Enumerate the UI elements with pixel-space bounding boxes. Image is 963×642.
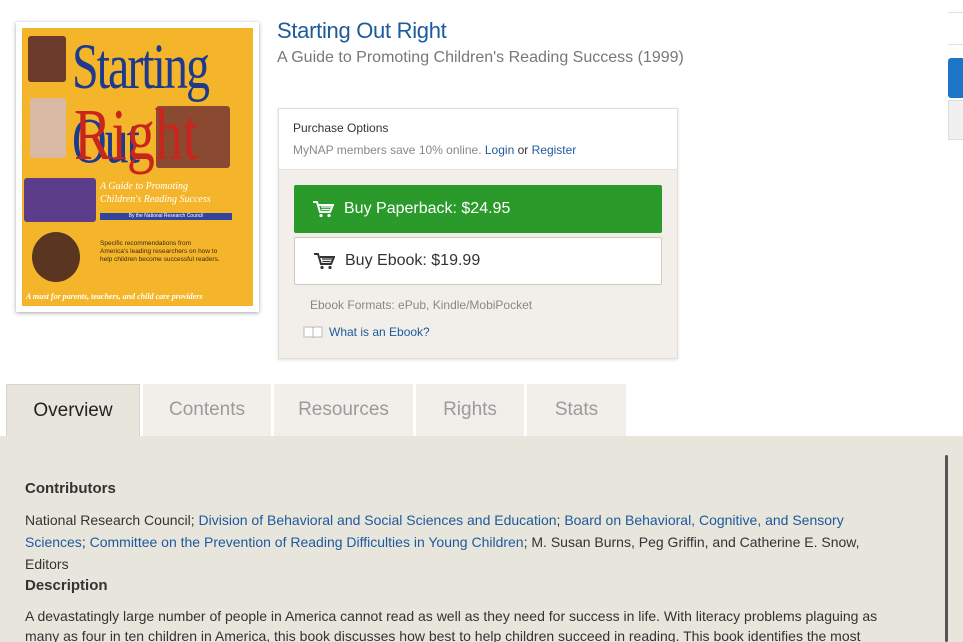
book-cover-image: Starting Out Right A Guide to Promoting … — [22, 28, 253, 306]
book-icon — [303, 326, 323, 338]
cart-icon — [313, 201, 334, 218]
register-link[interactable]: Register — [532, 143, 577, 157]
book-cover[interactable]: Starting Out Right A Guide to Promoting … — [16, 22, 259, 312]
tab-resources[interactable]: Resources — [274, 384, 413, 436]
cover-title-line2: Right — [74, 95, 199, 176]
buy-ebook-label: Buy Ebook: $19.99 — [345, 252, 481, 269]
buy-ebook-button[interactable]: Buy Ebook: $19.99 — [294, 237, 662, 285]
contributors-text: National Research Council; Division of B… — [25, 512, 860, 572]
purchase-header: Purchase Options MyNAP members save 10% … — [279, 109, 677, 170]
book-subtitle: A Guide to Promoting Children's Reading … — [277, 49, 684, 67]
member-note: MyNAP members save 10% online. Login or … — [293, 143, 663, 157]
ebook-formats: Ebook Formats: ePub, Kindle/MobiPocket — [310, 298, 533, 312]
login-link[interactable]: Login — [485, 143, 514, 157]
cover-photo — [30, 98, 66, 158]
cover-subtitle: A Guide to Promoting Children's Reading … — [100, 181, 211, 205]
or-text: or — [517, 143, 529, 157]
what-is-ebook-label: What is an Ebook? — [329, 325, 430, 339]
contrib-link-division[interactable]: Division of Behavioral and Social Scienc… — [199, 512, 557, 528]
contrib-link-committee[interactable]: Committee on the Prevention of Reading D… — [90, 534, 524, 550]
description-heading: Description — [25, 577, 108, 594]
buy-paperback-button[interactable]: Buy Paperback: $24.95 — [294, 185, 662, 233]
member-note-text: MyNAP members save 10% online. — [293, 143, 482, 157]
tab-overview[interactable]: Overview — [6, 384, 140, 436]
side-divider — [948, 44, 963, 45]
book-title: Starting Out Right — [277, 18, 447, 43]
side-divider — [948, 12, 963, 13]
book-year: (1999) — [637, 49, 684, 66]
contrib-prefix: National Research Council; — [25, 512, 195, 528]
what-is-ebook-link[interactable]: What is an Ebook? — [303, 325, 430, 339]
side-secondary-button[interactable] — [948, 100, 963, 140]
contributors-heading: Contributors — [25, 480, 116, 497]
tab-rights[interactable]: Rights — [416, 384, 524, 436]
scrollbar[interactable] — [945, 455, 948, 642]
cover-photo — [32, 232, 80, 282]
cover-photo — [24, 178, 96, 222]
purchase-options-panel: Purchase Options MyNAP members save 10% … — [278, 108, 678, 359]
tab-contents[interactable]: Contents — [143, 384, 271, 436]
cover-footer: A must for parents, teachers, and child … — [26, 292, 203, 301]
cover-recommendation: Specific recommendations from America's … — [100, 240, 220, 263]
cover-byline: By the National Research Council — [128, 213, 204, 219]
cart-icon — [314, 253, 335, 270]
tab-stats[interactable]: Stats — [527, 384, 626, 436]
cover-photo — [28, 36, 66, 82]
book-tabs: Overview Contents Resources Rights Stats — [6, 384, 629, 436]
buy-paperback-label: Buy Paperback: $24.95 — [344, 200, 511, 217]
side-action-button[interactable] — [948, 58, 963, 98]
book-subtitle-text: A Guide to Promoting Children's Reading … — [277, 49, 634, 66]
cover-byline-bar: By the National Research Council — [100, 213, 232, 220]
description-text: A devastatingly large number of people i… — [25, 608, 878, 642]
purchase-heading: Purchase Options — [293, 121, 389, 135]
